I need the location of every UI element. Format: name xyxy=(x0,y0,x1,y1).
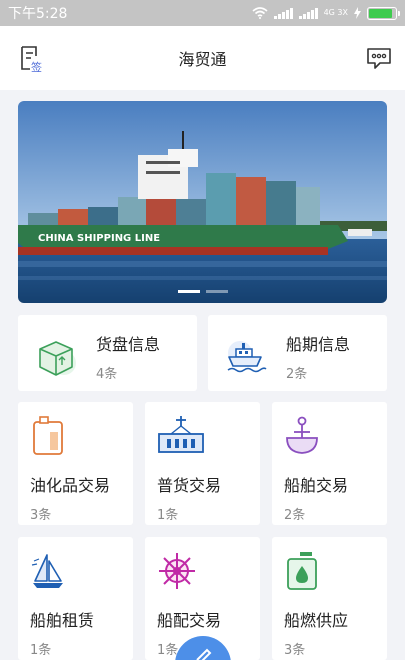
schedule-info-count: 2条 xyxy=(286,367,308,382)
schedule-info-card[interactable]: 船期信息 2条 xyxy=(208,315,387,391)
general-cargo-trade-title: 普货交易 xyxy=(157,476,222,495)
edit-icon xyxy=(196,648,212,660)
ship-leasing-count: 1条 xyxy=(30,643,52,658)
sign-icon-label: 签 xyxy=(31,60,42,73)
status-bar: 下午5:28 4G 3X xyxy=(0,0,405,26)
oil-chemical-trade-tile[interactable]: 油化品交易 3条 xyxy=(18,402,133,525)
ship-leasing-title: 船舶租赁 xyxy=(30,611,95,630)
ship-leasing-tile[interactable]: 船舶租赁 1条 xyxy=(18,537,133,660)
ship-hull-text: CHINA SHIPPING LINE xyxy=(38,233,160,244)
banner-carousel[interactable]: CHINA SHIPPING LINE xyxy=(18,101,387,303)
sailboat-icon xyxy=(31,554,63,588)
ship-trade-title: 船舶交易 xyxy=(284,476,349,495)
schedule-info-title: 船期信息 xyxy=(286,335,351,354)
container-ship-image: CHINA SHIPPING LINE xyxy=(18,101,387,303)
messages-button[interactable] xyxy=(363,44,395,74)
ship-parts-trade-title: 船配交易 xyxy=(157,611,222,630)
cargo-info-card[interactable]: 货盘信息 4条 xyxy=(18,315,197,391)
signal-bars-2-icon xyxy=(298,7,318,19)
battery-icon xyxy=(367,6,400,20)
general-cargo-trade-count: 1条 xyxy=(157,508,179,523)
network-type: 4G 3X xyxy=(323,8,348,17)
container-icon xyxy=(158,416,204,453)
oil-tank-icon xyxy=(33,416,63,455)
cargo-info-count: 4条 xyxy=(96,367,118,382)
charging-icon xyxy=(354,7,361,19)
status-time: 下午5:28 xyxy=(8,6,68,22)
carousel-dot-1[interactable] xyxy=(177,290,200,293)
ship-trade-tile[interactable]: 船舶交易 2条 xyxy=(272,402,387,525)
page-title: 海贸通 xyxy=(178,50,227,69)
ship-icon xyxy=(227,341,267,373)
fuel-can-icon xyxy=(287,552,317,590)
signal-bars-icon xyxy=(273,7,293,19)
ship-wheel-icon xyxy=(159,553,195,589)
ship-fuel-supply-count: 3条 xyxy=(284,643,306,658)
oil-chemical-trade-title: 油化品交易 xyxy=(30,476,111,495)
anchor-icon xyxy=(286,416,318,454)
cargo-box-icon xyxy=(39,341,76,376)
general-cargo-trade-tile[interactable]: 普货交易 1条 xyxy=(145,402,260,525)
app-header: 签 海贸通 xyxy=(0,26,405,90)
sign-document-icon: 签 xyxy=(21,46,42,73)
ship-trade-count: 2条 xyxy=(284,508,306,523)
ship-fuel-supply-tile[interactable]: 船燃供应 3条 xyxy=(272,537,387,660)
cargo-info-title: 货盘信息 xyxy=(96,335,161,354)
message-bubble-icon xyxy=(367,48,391,69)
status-indicators: 4G 3X xyxy=(252,6,400,20)
wifi-icon xyxy=(252,7,268,19)
oil-chemical-trade-count: 3条 xyxy=(30,508,52,523)
ship-fuel-supply-title: 船燃供应 xyxy=(284,611,349,630)
carousel-dot-2[interactable] xyxy=(205,290,228,293)
sign-in-button[interactable]: 签 xyxy=(16,44,48,74)
carousel-indicator xyxy=(18,290,387,293)
